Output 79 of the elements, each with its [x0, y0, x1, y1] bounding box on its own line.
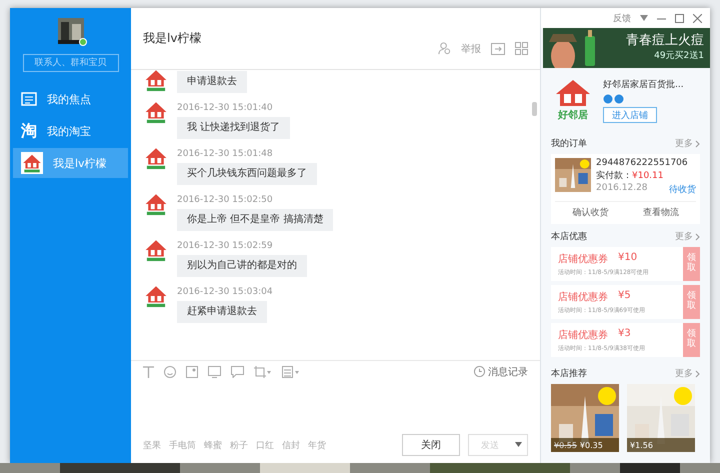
shop-avatar: [21, 152, 43, 174]
shop-name: 好邻居家居百货批...: [603, 78, 684, 91]
quick-word[interactable]: 粉子: [230, 438, 248, 452]
caret-icon[interactable]: [515, 442, 522, 447]
sidebar-item[interactable]: 我是lv柠檬: [13, 148, 128, 178]
close-button[interactable]: 关闭: [402, 434, 460, 456]
shop-logo: 好邻居: [551, 78, 595, 123]
emoji-icon[interactable]: [164, 366, 176, 378]
product-price: ¥1.56: [630, 440, 653, 450]
claim-button[interactable]: 领取: [682, 247, 700, 281]
message-bubble: 申请退款去: [177, 71, 247, 93]
order-action-button[interactable]: 确认收货: [566, 205, 614, 220]
claim-button[interactable]: 领取: [682, 285, 700, 319]
chevron-icon: [695, 232, 700, 240]
section-title: 我的订单: [551, 138, 587, 150]
ad-headline: 青春痘上火痘: [626, 32, 704, 49]
order-date: 2016.12.28: [596, 183, 648, 195]
coupon-title: 店铺优惠券 ¥5: [558, 290, 632, 304]
feedback-link[interactable]: 反馈: [613, 12, 631, 24]
order-status: 待收货: [669, 184, 696, 196]
more-link[interactable]: 更多: [675, 137, 700, 150]
sidebar-item[interactable]: 我的焦点: [13, 84, 128, 114]
grid-icon[interactable]: [515, 42, 528, 55]
sidebar-item[interactable]: 淘 我的淘宝: [13, 116, 128, 146]
maximize-icon[interactable]: [675, 14, 684, 22]
section-title: 本店优惠: [551, 230, 587, 243]
text-format-icon[interactable]: [143, 366, 154, 378]
message-bubble: 我 让快递找到退货了: [177, 117, 290, 139]
badge-icon: [603, 94, 625, 104]
enter-shop-button[interactable]: 进入店铺: [603, 107, 657, 123]
product-card[interactable]: ¥0.55 ¥0.35: [551, 384, 619, 452]
history-link[interactable]: 消息记录: [474, 364, 528, 378]
dropdown-icon[interactable]: [640, 15, 648, 21]
share-icon[interactable]: [491, 42, 505, 54]
order-number: 2944876222551706: [596, 158, 689, 168]
claim-button[interactable]: 领取: [682, 323, 700, 357]
more-link[interactable]: 更多: [675, 230, 700, 243]
report-link[interactable]: 举报: [461, 42, 481, 56]
chat-title: 我是lv柠檬: [143, 30, 202, 47]
close-icon[interactable]: [693, 14, 702, 22]
clock-icon: [474, 366, 485, 377]
product-price: ¥0.35: [580, 440, 603, 450]
quick-word[interactable]: 信封: [282, 438, 300, 452]
product-card[interactable]: ¥1.56: [627, 384, 695, 452]
screen-icon[interactable]: [208, 366, 221, 378]
more-link[interactable]: 更多: [675, 367, 700, 380]
paid-amount: 实付款：¥10.11: [596, 170, 664, 182]
message-bubble: 赶紧申请退款去: [177, 301, 267, 323]
quick-word[interactable]: 年货: [308, 438, 326, 452]
person-icon[interactable]: [438, 42, 451, 55]
message-bubble: 买个几块钱东西问题最多了: [177, 163, 317, 185]
message-icon[interactable]: [231, 366, 244, 378]
taobao-icon: 淘: [21, 120, 37, 142]
coupon-title: 店铺优惠券 ¥10: [558, 252, 638, 266]
old-price: ¥0.55: [554, 440, 577, 450]
shop-avatar: [143, 70, 169, 93]
chevron-icon: [695, 140, 700, 148]
message-bubble: 你是上帝 但不是皇帝 搞搞清楚: [177, 209, 334, 231]
quick-word[interactable]: 坚果: [143, 438, 161, 452]
message-time: 2016-12-30 15:02:59: [177, 241, 274, 251]
message-time: 2016-12-30 15:03:04: [177, 287, 273, 297]
chevron-icon: [695, 370, 700, 378]
newspaper-icon: [21, 91, 37, 107]
image-icon[interactable]: [186, 366, 198, 378]
message-time: 2016-12-30 15:01:48: [177, 149, 274, 159]
ad-offer: 49元买2送1: [654, 50, 704, 62]
coupon-title: 店铺优惠券 ¥3: [558, 328, 632, 342]
message-time: 2016-12-30 15:02:50: [177, 195, 274, 205]
ad-banner[interactable]: 青春痘上火痘 49元买2送1: [543, 28, 710, 68]
message-time: 2016-12-30 15:01:40: [177, 103, 274, 113]
search-field[interactable]: 联系人、群和宝贝: [22, 54, 118, 72]
scrollbar-thumb[interactable]: [532, 102, 537, 116]
quick-word[interactable]: 蜂蜜: [204, 438, 222, 452]
quick-word[interactable]: 口红: [256, 438, 274, 452]
quick-word[interactable]: 手电筒: [169, 438, 196, 452]
order-action-button[interactable]: 查看物流: [636, 205, 685, 220]
crop-icon[interactable]: [254, 366, 272, 378]
message-bubble: 别以为自己讲的都是对的: [177, 255, 307, 277]
section-title: 本店推荐: [551, 368, 587, 380]
